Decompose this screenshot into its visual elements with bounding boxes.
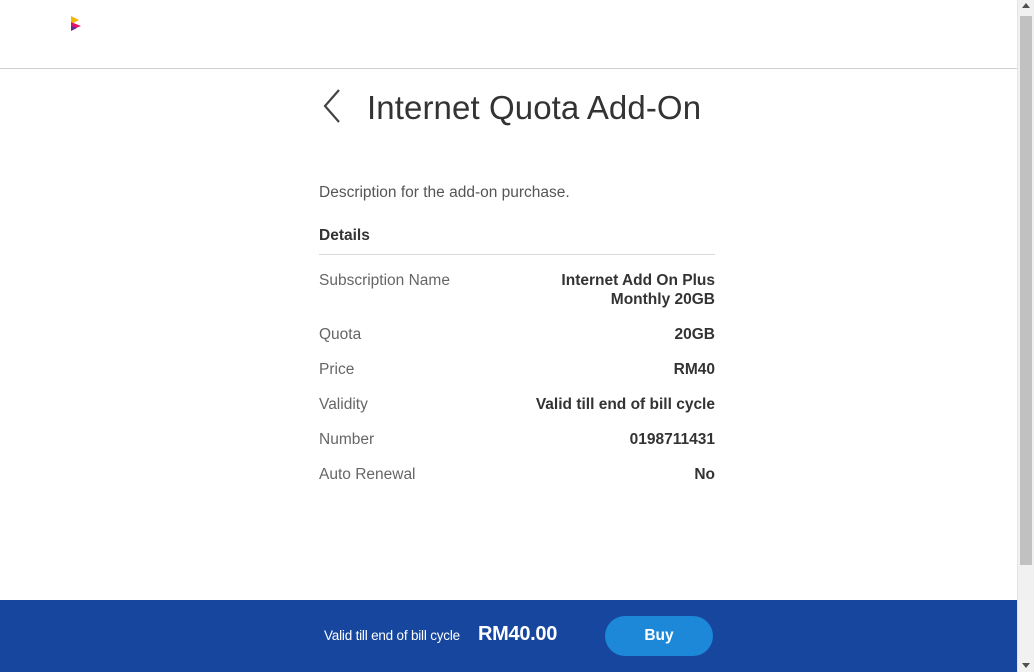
scrollbar-thumb[interactable] (1020, 16, 1032, 565)
detail-value-line: Monthly 20GB (610, 291, 715, 308)
detail-value: 0198711431 (629, 431, 715, 448)
brand-logo-icon[interactable] (68, 15, 84, 33)
details-heading: Details (319, 226, 715, 255)
chevron-left-icon (318, 88, 344, 129)
detail-value: Internet Add On Plus Monthly 20GB (515, 271, 715, 309)
detail-label: Number (319, 431, 375, 448)
detail-label: Price (319, 361, 355, 378)
back-button[interactable] (318, 88, 358, 128)
detail-label: Quota (319, 326, 362, 343)
top-header (0, 0, 1017, 69)
purchase-bar: Valid till end of bill cycle RM40.00 Buy (0, 600, 1017, 672)
title-row: Internet Quota Add-On (318, 86, 701, 130)
detail-row-number: Number 0198711431 (319, 430, 715, 449)
page-title: Internet Quota Add-On (367, 89, 702, 126)
detail-value: 20GB (674, 326, 716, 343)
detail-label: Auto Renewal (319, 466, 416, 483)
detail-row-validity: Validity Valid till end of bill cycle (319, 395, 715, 414)
scroll-down-arrow-icon[interactable] (1022, 663, 1030, 668)
footer-validity-text: Valid till end of bill cycle (324, 628, 460, 643)
main-content: Description for the add-on purchase. Det… (319, 183, 715, 484)
detail-value: No (694, 466, 715, 483)
description-text: Description for the add-on purchase. (319, 184, 570, 201)
detail-value: RM40 (673, 361, 715, 378)
detail-label: Subscription Name (319, 272, 450, 289)
detail-row-subscription-name: Subscription Name Internet Add On Plus M… (319, 271, 715, 309)
footer-price: RM40.00 (478, 623, 558, 645)
buy-button[interactable]: Buy (605, 616, 713, 656)
detail-value-line: Internet Add On Plus (561, 272, 715, 289)
scroll-up-arrow-icon[interactable] (1022, 3, 1030, 8)
detail-row-auto-renewal: Auto Renewal No (319, 465, 715, 484)
detail-row-quota: Quota 20GB (319, 325, 715, 344)
detail-value: Valid till end of bill cycle (535, 396, 715, 413)
detail-row-price: Price RM40 (319, 360, 715, 379)
page: Internet Quota Add-On Description for th… (0, 0, 1034, 672)
detail-label: Validity (319, 396, 368, 413)
vertical-scrollbar[interactable] (1017, 0, 1034, 672)
